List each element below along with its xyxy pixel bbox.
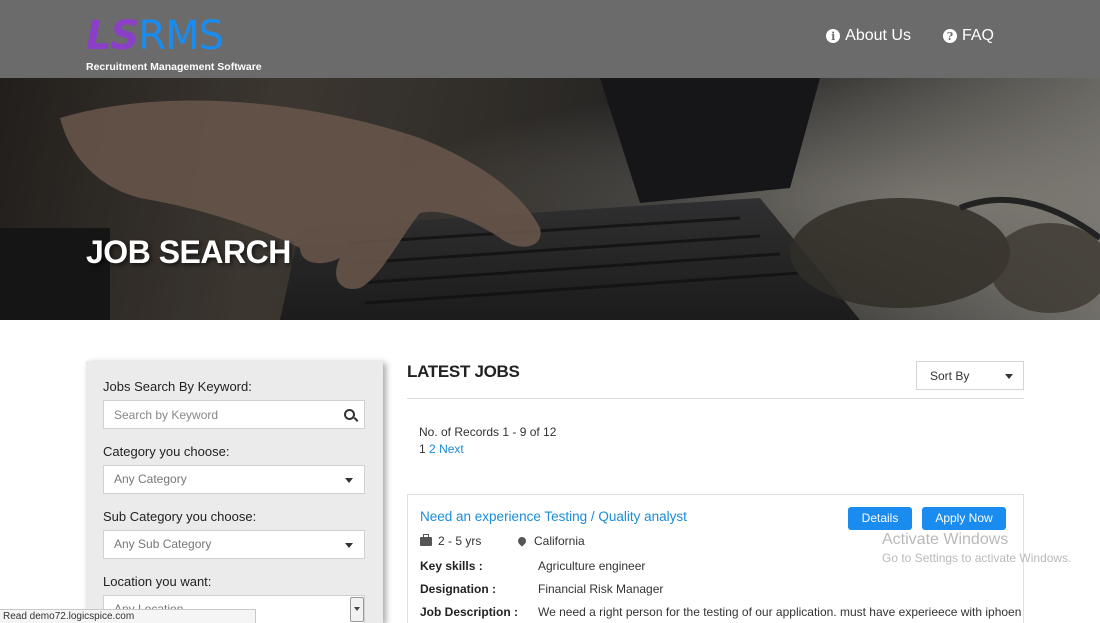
- logo-mark: LSRMS: [86, 13, 224, 59]
- nav-faq-label: FAQ: [961, 27, 994, 44]
- search-icon[interactable]: [344, 409, 355, 420]
- logo[interactable]: LSRMS Recruitment Management Software: [86, 14, 266, 76]
- keyword-search-input[interactable]: [114, 401, 334, 428]
- key-skills-value: Agriculture engineer: [538, 559, 646, 573]
- category-label: Category you choose:: [103, 444, 230, 459]
- nav-about-us[interactable]: i About Us: [826, 27, 911, 45]
- question-icon: ?: [942, 29, 957, 43]
- main-nav: i About Us ? FAQ: [826, 27, 994, 45]
- designation-label: Designation :: [420, 582, 497, 596]
- divider: [407, 398, 1024, 399]
- map-marker-icon: [516, 535, 528, 547]
- keyword-label: Jobs Search By Keyword:: [103, 379, 252, 394]
- info-icon: i: [826, 29, 841, 43]
- logo-rms: RMS: [138, 13, 224, 59]
- location-label: Location you want:: [103, 574, 212, 589]
- subcategory-select[interactable]: Any Sub Category: [103, 530, 365, 559]
- subcategory-label: Sub Category you choose:: [103, 509, 257, 524]
- logo-ls: LS: [86, 13, 139, 59]
- briefcase-icon: [420, 533, 432, 546]
- designation-value: Financial Risk Manager: [538, 582, 664, 596]
- job-card: Need an experience Testing / Quality ana…: [407, 494, 1024, 623]
- sort-by-select[interactable]: Sort By: [916, 361, 1024, 390]
- job-title-link[interactable]: Need an experience Testing / Quality ana…: [420, 509, 687, 524]
- nav-about-us-label: About Us: [845, 27, 911, 44]
- job-location-value: California: [534, 534, 585, 548]
- nav-faq[interactable]: ? FAQ: [942, 27, 994, 45]
- browser-status-bar: Read demo72.logicspice.com: [0, 609, 256, 623]
- category-select-value: Any Category: [114, 472, 187, 486]
- page-next-link[interactable]: Next: [439, 442, 464, 456]
- search-filter-panel: Jobs Search By Keyword: Category you cho…: [86, 361, 383, 623]
- latest-jobs-heading: LATEST JOBS: [407, 362, 520, 381]
- job-experience: 2 - 5 yrs: [420, 533, 482, 548]
- top-navbar: LSRMS Recruitment Management Software i …: [0, 0, 1100, 78]
- category-select[interactable]: Any Category: [103, 465, 365, 494]
- page-link-2[interactable]: 2: [429, 442, 436, 456]
- hero-banner: JOB SEARCH: [0, 78, 1100, 320]
- logo-tagline: Recruitment Management Software: [86, 61, 262, 73]
- keyword-field: [103, 400, 365, 429]
- job-location: California: [516, 534, 585, 548]
- description-value: We need a right person for the testing o…: [538, 605, 1022, 619]
- chevron-down-icon: [345, 478, 353, 483]
- page-title: JOB SEARCH: [86, 234, 291, 270]
- sort-by-label: Sort By: [930, 369, 970, 383]
- description-label: Job Description :: [420, 605, 519, 619]
- job-key-skills: Key skills : Agriculture engineer: [420, 559, 645, 573]
- job-designation: Designation : Financial Risk Manager: [420, 582, 663, 596]
- chevron-down-icon: [1005, 374, 1013, 379]
- job-experience-value: 2 - 5 yrs: [438, 534, 482, 548]
- key-skills-label: Key skills :: [420, 559, 483, 573]
- page-current: 1: [419, 442, 426, 456]
- subcategory-select-value: Any Sub Category: [114, 537, 212, 551]
- dropdown-arrow-icon[interactable]: [350, 597, 364, 622]
- records-count: No. of Records 1 - 9 of 12: [419, 425, 557, 439]
- hero-background-image: [0, 78, 1100, 320]
- pagination: 1 2 Next: [419, 442, 464, 456]
- apply-now-button[interactable]: Apply Now: [922, 507, 1006, 530]
- details-button[interactable]: Details: [848, 507, 912, 530]
- chevron-down-icon: [345, 543, 353, 548]
- job-description: Job Description : We need a right person…: [420, 605, 1021, 619]
